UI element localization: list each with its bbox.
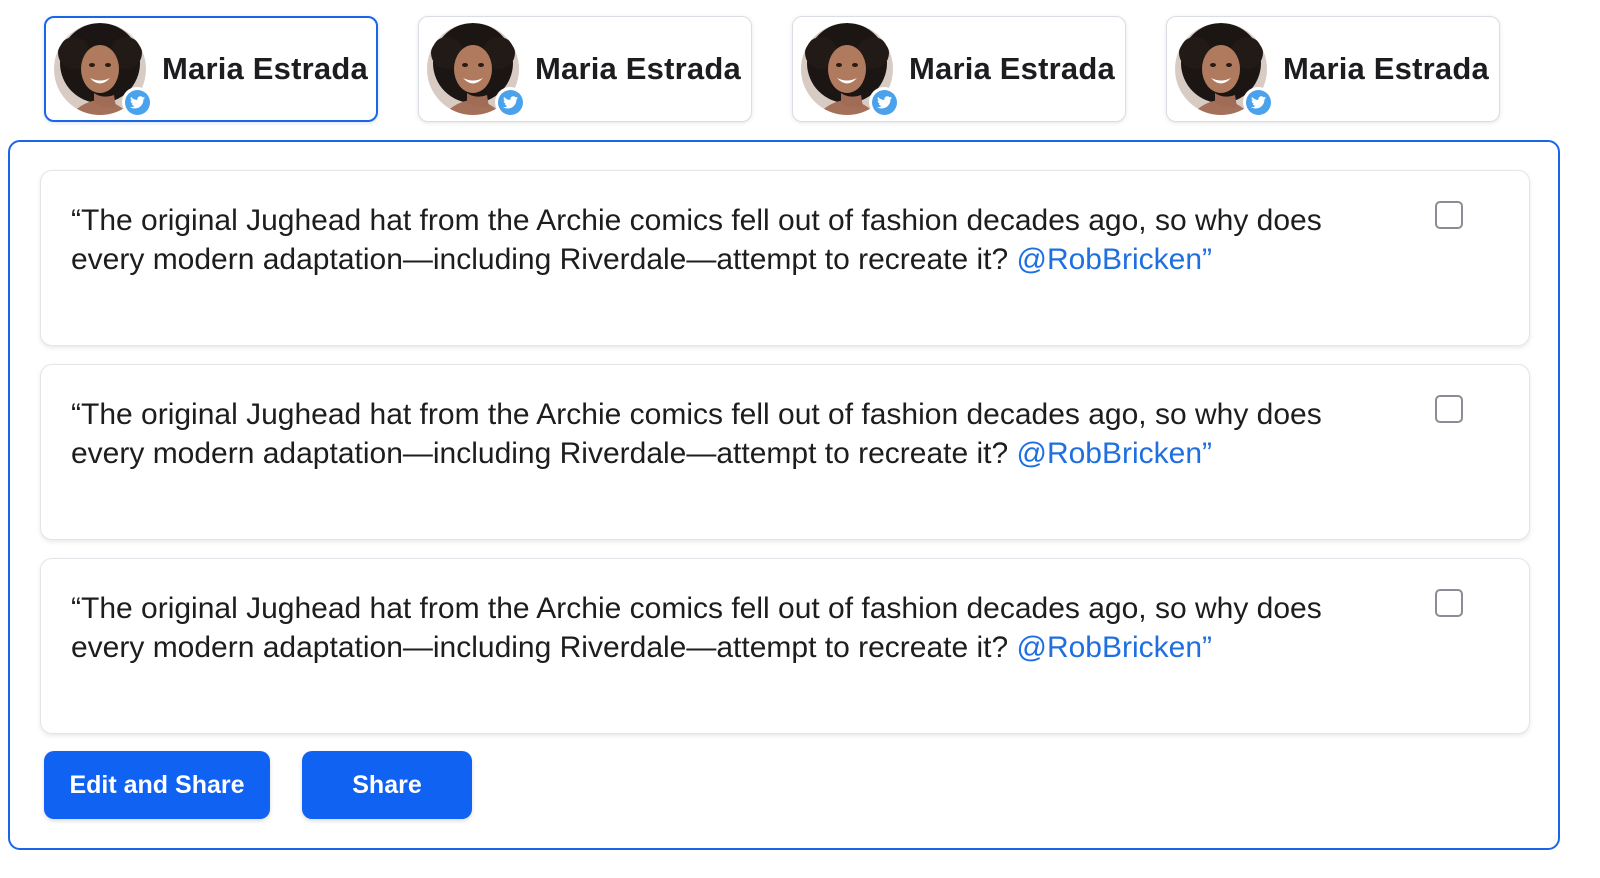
post-select-checkbox[interactable] <box>1435 395 1463 423</box>
avatar <box>54 23 152 117</box>
twitter-badge <box>495 87 525 117</box>
mention-link[interactable]: @RobBricken” <box>1017 437 1213 470</box>
post-text: “The original Jughead hat from the Archi… <box>71 201 1331 279</box>
post-selection-panel: “The original Jughead hat from the Archi… <box>8 140 1560 850</box>
post-select-checkbox[interactable] <box>1435 589 1463 617</box>
account-card[interactable]: Maria Estrada <box>1166 16 1500 122</box>
action-bar: Edit and Share Share <box>44 751 472 819</box>
avatar <box>1175 23 1273 117</box>
account-card[interactable]: Maria Estrada <box>792 16 1126 122</box>
twitter-icon <box>876 95 892 108</box>
account-card[interactable]: Maria Estrada <box>44 16 378 122</box>
mention-link[interactable]: @RobBricken” <box>1017 631 1213 664</box>
twitter-icon <box>1250 95 1266 108</box>
mention-link[interactable]: @RobBricken” <box>1017 243 1213 276</box>
account-card[interactable]: Maria Estrada <box>418 16 752 122</box>
edit-and-share-button[interactable]: Edit and Share <box>44 751 270 819</box>
account-name: Maria Estrada <box>1283 51 1489 86</box>
account-selector: Maria Estrada Maria Estrada Maria Estrad… <box>44 16 1500 122</box>
twitter-badge <box>122 87 152 117</box>
avatar <box>801 23 899 117</box>
avatar <box>427 23 525 117</box>
post-list: “The original Jughead hat from the Archi… <box>40 170 1530 752</box>
twitter-icon <box>502 95 518 108</box>
post-select-checkbox[interactable] <box>1435 201 1463 229</box>
post-text: “The original Jughead hat from the Archi… <box>71 589 1331 667</box>
share-button[interactable]: Share <box>302 751 472 819</box>
post-text: “The original Jughead hat from the Archi… <box>71 395 1331 473</box>
account-name: Maria Estrada <box>162 51 368 86</box>
post-card: “The original Jughead hat from the Archi… <box>40 364 1530 540</box>
account-name: Maria Estrada <box>535 51 741 86</box>
twitter-badge <box>869 87 899 117</box>
twitter-icon <box>129 95 145 108</box>
twitter-badge <box>1243 87 1273 117</box>
post-card: “The original Jughead hat from the Archi… <box>40 170 1530 346</box>
account-name: Maria Estrada <box>909 51 1115 86</box>
post-card: “The original Jughead hat from the Archi… <box>40 558 1530 734</box>
